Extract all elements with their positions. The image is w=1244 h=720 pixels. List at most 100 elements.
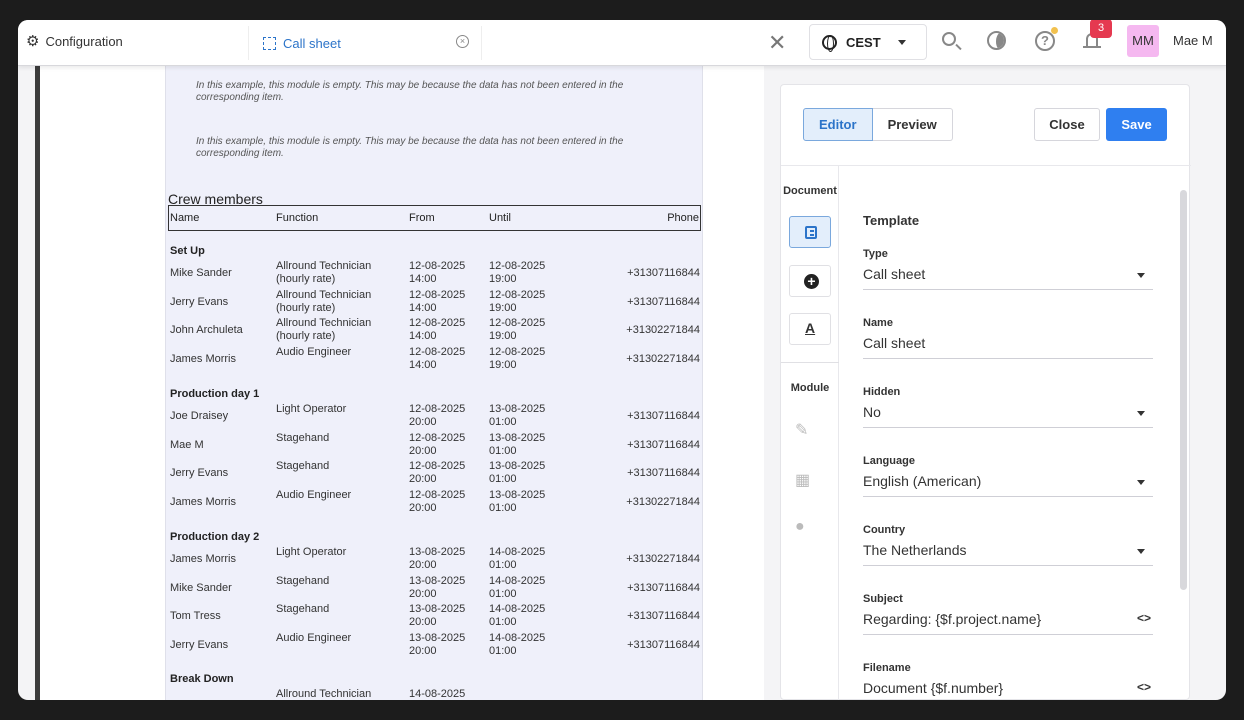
column-header-function: Function [276,212,319,224]
crew-function: Light Operator [276,546,347,558]
name-label: Name [863,317,893,329]
crew-until: 14-08-2025 01:00 [489,603,546,628]
column-header-phone: Phone [667,212,699,224]
crew-section-title: Production day 1 [170,388,260,400]
name-value: Call sheet [863,335,926,351]
subject-label: Subject [863,593,903,605]
crew-function: Audio Engineer [276,631,352,644]
pencil-icon[interactable]: ✎ [795,420,808,440]
crew-phone: +31307116844 [627,581,700,594]
panel-scrollbar[interactable] [1180,190,1187,590]
table-row: Joe Draisey Light Operator 12-08-2025 20:0… [170,403,700,431]
username[interactable]: Mae M [1173,33,1213,48]
type-value: Call sheet [863,266,926,282]
plus-circle-icon: + [804,274,819,289]
add-module-button[interactable]: + [789,265,831,297]
app-window: ⚙ Configuration Call sheet × ✕ CEST ? 3 … [18,20,1226,700]
name-field[interactable]: Name Call sheet [863,317,1153,377]
crew-until: 12-08-2025 19:00 [489,288,546,314]
filename-field[interactable]: Filename Document {$f.number} <> [863,662,1153,700]
type-field[interactable]: Type Call sheet [863,248,1153,308]
icon-column-divider [781,362,839,363]
crew-function: Audio Engineer [276,488,352,501]
column-header-until: Until [489,212,512,224]
table-row: John Archuleta Allround Technician (hourl… [170,317,700,345]
table-row: Jerry Evans Allround Technician (hourly r… [170,289,700,317]
crew-name: Jerry Evans [170,467,229,479]
crew-name: Mae M [170,438,204,451]
preview-tab[interactable]: Preview [872,108,953,141]
editor-preview-toggle: Editor Preview [803,108,953,141]
crew-phone: +31307116844 [627,267,700,279]
close-icon[interactable]: ✕ [768,30,786,56]
close-button[interactable]: Close [1034,108,1100,141]
hidden-label: Hidden [863,386,901,398]
theme-toggle-button[interactable] [986,30,1008,52]
crew-phone: +31307116844 [627,610,700,622]
text-style-button[interactable]: A [789,313,831,345]
table-row: Mike Sander Stagehand 13-08-2025 20:00 14-0… [170,575,700,603]
configuration-label: Configuration [45,33,123,49]
template-editor-panel: Editor Preview Close Save Document + A M… [780,84,1191,700]
name-input[interactable]: Call sheet [863,335,1153,359]
crew-from: 12-08-2025 14:00 [409,288,466,314]
save-button[interactable]: Save [1106,108,1167,141]
grid-icon [263,36,276,50]
crew-until: 14-08-2025 01:00 [489,574,546,600]
filename-input[interactable]: Document {$f.number} <> [863,680,1153,700]
crew-until: 12-08-2025 19:00 [489,260,546,285]
subject-input[interactable]: Regarding: {$f.project.name} <> [863,611,1153,635]
table-row: Mike Sander Allround Technician (hourly r… [170,260,700,288]
country-value: The Netherlands [863,542,967,558]
search-button[interactable] [940,30,962,52]
crew-function: Stagehand [276,460,330,472]
country-select[interactable]: The Netherlands [863,542,1153,566]
subject-field[interactable]: Subject Regarding: {$f.project.name} <> [863,593,1153,653]
empty-module-note: In this example, this module is empty. T… [196,80,624,103]
timezone-select[interactable]: CEST [809,24,927,60]
crew-from: 12-08-2025 20:00 [409,431,466,457]
avatar[interactable]: MM [1127,25,1159,57]
table-icon[interactable]: ▦ [795,470,810,490]
editor-tab[interactable]: Editor [803,108,873,141]
crew-from: 12-08-2025 14:00 [409,260,466,285]
template-heading: Template [863,213,920,228]
document-settings-button[interactable] [789,216,831,248]
code-icon[interactable]: <> [1137,680,1151,694]
palette-icon[interactable]: ● [795,518,805,536]
table-row: James Morris Light Operator 13-08-2025 20:… [170,546,700,574]
hidden-field[interactable]: Hidden No [863,386,1153,446]
crew-phone: +31307116844 [627,410,700,422]
language-value: English (American) [863,473,982,489]
theme-icon [987,31,1006,50]
help-icon: ? [1035,31,1055,51]
hidden-select[interactable]: No [863,404,1153,428]
crew-until: 14-08-2025 01:00 [489,631,546,657]
help-button[interactable]: ? [1034,27,1058,52]
crew-from: 13-08-2025 20:00 [409,546,466,571]
filename-value: Document {$f.number} [863,680,1004,696]
column-header-name: Name [170,212,200,224]
crew-from: 13-08-2025 20:00 [409,631,466,657]
configuration-menu[interactable]: ⚙ Configuration [26,32,123,50]
globe-icon [822,34,837,52]
language-select[interactable]: English (American) [863,473,1153,497]
tab-call-sheet[interactable]: Call sheet × [248,26,482,60]
crew-function: Allround Technician [276,688,372,700]
code-icon[interactable]: <> [1137,611,1151,625]
crew-function: Audio Engineer [276,345,352,358]
subject-value: Regarding: {$f.project.name} [863,611,1042,627]
tab-close-icon[interactable]: × [456,35,469,48]
notification-badge: 3 [1090,20,1112,38]
crew-from: 12-08-2025 20:00 [409,403,466,428]
country-field[interactable]: Country The Netherlands [863,524,1153,584]
language-field[interactable]: Language English (American) [863,455,1153,515]
crew-phone: +31307116844 [627,438,700,451]
crew-function: Stagehand [276,574,330,587]
crew-function: Stagehand [276,603,330,615]
crew-until: 13-08-2025 01:00 [489,460,546,485]
type-select[interactable]: Call sheet [863,266,1153,290]
chevron-down-icon [898,40,906,45]
crew-phone: +31307116844 [627,295,700,308]
crew-until: 13-08-2025 01:00 [489,488,546,514]
